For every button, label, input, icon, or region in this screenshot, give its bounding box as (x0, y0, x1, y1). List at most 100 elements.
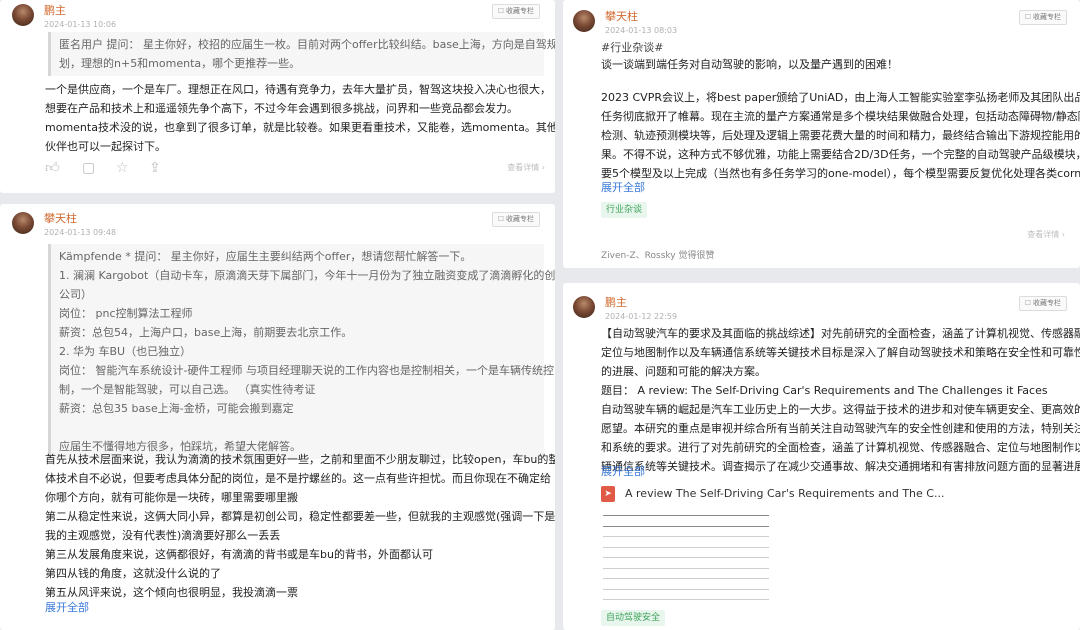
answer-line: 你哪个方向，就有可能你是一块砖，哪里需要哪里搬 (45, 491, 298, 504)
answer-line: 一个是供应商，一个是车厂。理想正在风口，待遇有竞争力，去年大量扩员，智驾这块投入… (45, 83, 551, 96)
post-line: 自动驾驶车辆的崛起是汽车工业历史上的一大步。这得益于技术的进步和对使车辆更安全、… (601, 403, 1080, 416)
quote-line: 公司） (59, 288, 92, 301)
action-bar: 👍︎ ▢ ☆ ⇪ 查看详情 › (45, 158, 545, 180)
expand-all-link[interactable]: 展开全部 (601, 464, 645, 480)
table-cell: ​ (727, 557, 769, 568)
post-time: 2024-01-13 09:48 (44, 228, 117, 237)
favorite-label: 收藏专栏 (1033, 13, 1061, 21)
author-name[interactable]: 鹏主 (44, 4, 66, 18)
question-quote: Kämpfende * 提问： 星主你好，应届生主要纠结两个offer，想请您帮… (48, 244, 555, 459)
post-text: 【自动驾驶汽车的要求及其面临的挑战综述】对先前研究的全面检查，涵盖了计算机视觉、… (601, 324, 1080, 476)
post-header: 攀天柱 2024-01-13 09:48 ☐ 收藏专栏 (12, 212, 540, 242)
table-cell: ​ (686, 525, 728, 537)
share-icon[interactable]: ⇪ (149, 160, 161, 176)
post-text: 2023 CVPR会议上，将best paper颁给了UniAD，由上海人工智能… (601, 88, 1080, 183)
avatar[interactable] (12, 4, 34, 26)
post-header: 鹏主 2024-01-13 10:06 ☐ 收藏专栏 (12, 4, 540, 34)
view-detail-link[interactable]: 查看详情 › (507, 162, 545, 173)
post-intro: 谈一谈端到端任务对自动驾驶的影响，以及量产遇到的困难！ (601, 58, 898, 71)
quote-line: 岗位： pnc控制算法工程师 (59, 307, 193, 320)
pdf-attachment[interactable]: ➤ A review The Self-Driving Car's Requir… (601, 483, 1061, 507)
table-cell: ​ (603, 557, 645, 568)
answer-line: 体技术自不必说，但要考虑具体分配的岗位，是不是拧螺丝的。这一点有些许担忧。而且你… (45, 472, 551, 485)
avatar[interactable] (573, 10, 595, 32)
post-line: 2023 CVPR会议上，将best paper颁给了UniAD，由上海人工智能… (601, 91, 1080, 104)
table-cell: ​ (686, 588, 728, 600)
post-header: 鹏主 2024-01-12 22:59 ☐ 收藏专栏 (573, 296, 1067, 326)
post-line: 果。不得不说，这种方式不够优雅，功能上需要结合2D/3D任务，一个完整的自动驾驶… (601, 148, 1080, 161)
favorite-button[interactable]: ☐ 收藏专栏 (1018, 10, 1067, 25)
table-cell: ​ (644, 578, 686, 589)
table-cell: ​ (686, 599, 728, 610)
favorite-label: 收藏专栏 (506, 7, 534, 15)
table-cell: ​ (686, 578, 728, 589)
comment-icon[interactable]: ▢ (82, 160, 95, 176)
quote-line: 制，一个是智能驾驶，可以自己选。 （真实性待考证 (59, 383, 316, 396)
post-card-4: 鹏主 2024-01-12 22:59 ☐ 收藏专栏 【自动驾驶汽车的要求及其面临… (563, 283, 1080, 630)
quote-line (59, 418, 536, 437)
likes-text: Ziven-Z、Rossky 觉得很赞 (601, 251, 715, 261)
quote-line: 1. 澜澜 Kargobot（自动卡车，原滴滴天芽下属部门，今年十一月份为了独立… (59, 269, 555, 282)
table-cell: ​ (727, 599, 769, 610)
answer-text: 一个是供应商，一个是车厂。理想正在风口，待遇有竞争力，去年大量扩员，智驾这块投入… (45, 80, 555, 156)
answer-line: 伙伴也可以一起探讨下。 (45, 140, 166, 153)
bookmark-icon: ☐ (497, 215, 504, 223)
attachment-title: A review The Self-Driving Car's Requirem… (625, 487, 945, 500)
answer-line: 第五从风评来说，这个倾向也很明显，我投滴滴一票 (45, 586, 298, 599)
avatar[interactable] (573, 296, 595, 318)
post-line: 【自动驾驶汽车的要求及其面临的挑战综述】对先前研究的全面检查，涵盖了计算机视觉、… (601, 327, 1080, 340)
author-name[interactable]: 攀天柱 (605, 10, 638, 24)
post-line: 和系统的要求。进行了对先前研究的全面检查，涵盖了计算机视觉、传感器融合、定位与地… (601, 441, 1080, 454)
answer-text: 首先从技术层面来说，我认为滴滴的技术氛围更好一些，之前和里面不少朋友聊过，比较o… (45, 450, 555, 602)
avatar[interactable] (12, 212, 34, 234)
table-cell: ​ (727, 567, 769, 579)
answer-line: 我的主观感觉，没有代表性)滴滴要好那么一丢丢 (45, 529, 281, 542)
post-card-3: 攀天柱 2024-01-13 08:03 ☐ 收藏专栏 #行业杂谈# 谈一谈端到端… (563, 0, 1080, 268)
table-cell: ​ (644, 525, 686, 537)
question-quote: 匿名用户 提问： 星主你好，校招的应届生一枚。目前对两个offer比较纠结。ba… (48, 32, 555, 76)
pdf-icon: ➤ (601, 486, 615, 502)
post-line: 题目： A review: The Self-Driving Car's Req… (601, 384, 1048, 397)
author-name[interactable]: 鹏主 (605, 296, 627, 310)
table-cell: ​ (644, 557, 686, 568)
expand-all-link[interactable]: 展开全部 (45, 600, 89, 616)
topic-tag[interactable]: 行业杂谈 (601, 202, 648, 218)
answer-line: 第四从钱的角度，这就没什么说的了 (45, 567, 221, 580)
post-header: 攀天柱 2024-01-13 08:03 ☐ 收藏专栏 (573, 10, 1067, 40)
table-cell: ​ (727, 588, 769, 600)
quote-line: 2. 华为 车BU（也已独立） (59, 345, 192, 358)
post-line: 要5个模型及以上完成（当然也有多任务学习的one-model），每个模型需要反复… (601, 167, 1080, 180)
favorite-button[interactable]: ☐ 收藏专栏 (491, 4, 540, 19)
table-cell: ​ (727, 578, 769, 589)
table-cell: ​ (686, 557, 728, 568)
post-card-2: 攀天柱 2024-01-13 09:48 ☐ 收藏专栏 Kämpfende * 提… (0, 204, 555, 630)
table-cell: ​ (603, 599, 645, 610)
table-cell: ​ (686, 515, 728, 527)
post-line: 辆通信系统等关键技术。调查揭示了在减少交通事故、解决交通拥堵和有害排放问题方面的… (601, 460, 1080, 473)
favorite-label: 收藏专栏 (1033, 299, 1061, 307)
post-line: 愿望。本研究的重点是审视并综合所有当前关注自动驾驶汽车的安全性创建和使用的方法，… (601, 422, 1080, 435)
table-cell: ​ (603, 588, 645, 600)
like-icon[interactable]: 👍︎ (45, 160, 60, 176)
expand-all-link[interactable]: 展开全部 (601, 180, 645, 196)
table-cell: ​ (603, 578, 645, 589)
topic-tag[interactable]: 自动驾驶安全 (601, 610, 666, 626)
author-name[interactable]: 攀天柱 (44, 212, 77, 226)
quote-line: 岗位： 智能汽车系统设计-硬件工程师 与项目经理聊天说的工作内容也是控制相关，一… (59, 364, 554, 377)
paper-table-thumbnail[interactable]: ​​​​ ​​​​ ​​​​ ​​​​ ​​​​ ​​​​ ​​​​ ​​​​ … (603, 515, 769, 610)
answer-line: 第二从稳定性来说，这俩大同小异，都算是初创公司，稳定性都要差一些，但就我的主观感… (45, 510, 555, 523)
table-cell: ​ (686, 546, 728, 558)
quote-line: 划，理想的n+5和momenta，哪个更推荐一些。 (59, 57, 301, 70)
table-cell: ​ (644, 515, 686, 527)
view-detail-link[interactable]: 查看详情 › (1027, 229, 1065, 240)
post-time: 2024-01-13 10:06 (44, 20, 117, 29)
table-cell: ​ (727, 515, 769, 527)
post-line: 定位与地图制作以及车辆通信系统等关键技术目标是深入了解自动驾驶技术和策略在安全性… (601, 346, 1080, 359)
star-icon[interactable]: ☆ (116, 160, 129, 176)
bookmark-icon: ☐ (497, 7, 504, 15)
favorite-button[interactable]: ☐ 收藏专栏 (1018, 296, 1067, 311)
quote-line: 匿名用户 提问： 星主你好，校招的应届生一枚。目前对两个offer比较纠结。ba… (59, 38, 555, 51)
favorite-button[interactable]: ☐ 收藏专栏 (491, 212, 540, 227)
table-cell: ​ (603, 546, 645, 558)
quote-line: Kämpfende * 提问： 星主你好，应届生主要纠结两个offer，想请您帮… (59, 250, 472, 263)
